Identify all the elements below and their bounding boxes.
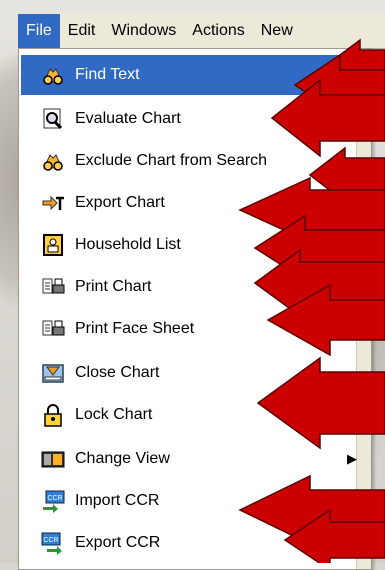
export-arrow-icon (41, 191, 65, 215)
printer-icon (41, 317, 65, 341)
menu-item-import-ccr[interactable]: CCR Import CCR (21, 481, 367, 521)
printer-icon (41, 275, 65, 299)
menu-item-print-face-sheet[interactable]: Print Face Sheet (21, 309, 367, 349)
ccr-import-icon: CCR (41, 489, 65, 513)
menu-item-household-list[interactable]: Household List (21, 225, 367, 265)
menu-item-label: Change View (75, 450, 170, 467)
padlock-icon (41, 403, 65, 427)
menu-item-label: Export CCR (75, 534, 161, 551)
change-view-icon (41, 447, 65, 471)
svg-text:CCR: CCR (43, 537, 58, 544)
menu-item-export-ccr[interactable]: CCR Export CCR (21, 523, 367, 563)
menu-item-label: Close Chart (75, 364, 160, 381)
menu-item-label: Find Text (75, 66, 140, 83)
menu-actions[interactable]: Actions (184, 14, 252, 48)
menu-item-label: Exclude Chart from Search (75, 152, 268, 169)
magnifier-chart-icon (41, 107, 65, 131)
close-chart-icon (41, 361, 65, 385)
menu-item-label: Household List (75, 236, 181, 253)
menu-item-exclude-chart[interactable]: Exclude Chart from Search (21, 141, 367, 181)
menu-item-print-chart[interactable]: Print Chart (21, 267, 367, 307)
menu-item-label: Lock Chart (75, 406, 153, 423)
svg-text:CCR: CCR (47, 495, 62, 502)
menu-item-label: Export Chart (75, 194, 165, 211)
file-dropdown-menu: Find Text Evaluate Chart Exclude Chart f… (18, 48, 372, 570)
menu-item-label: Import CCR (75, 492, 160, 509)
menu-item-close-chart[interactable]: Close Chart (21, 353, 367, 393)
menu-item-label: Print Face Sheet (75, 320, 195, 337)
menu-item-export-chart[interactable]: Export Chart (21, 183, 367, 223)
menu-file[interactable]: File (18, 14, 60, 48)
menu-item-evaluate-chart[interactable]: Evaluate Chart (21, 99, 367, 139)
binoculars-icon (41, 149, 65, 173)
menu-edit[interactable]: Edit (60, 14, 104, 48)
household-icon (41, 233, 65, 257)
submenu-arrow-icon: ▶ (347, 451, 357, 466)
menu-item-find-text[interactable]: Find Text (21, 55, 367, 95)
menu-item-change-view[interactable]: Change View ▶ (21, 439, 367, 479)
menu-item-lock-chart[interactable]: Lock Chart (21, 395, 367, 435)
menu-bar: File Edit Windows Actions New (18, 14, 385, 49)
menu-item-label: Evaluate Chart (75, 110, 181, 127)
menu-item-label: Print Chart (75, 278, 152, 295)
ccr-export-icon: CCR (41, 531, 65, 555)
binoculars-icon (41, 63, 65, 87)
menu-new[interactable]: New (253, 14, 301, 48)
menu-windows[interactable]: Windows (103, 14, 184, 48)
